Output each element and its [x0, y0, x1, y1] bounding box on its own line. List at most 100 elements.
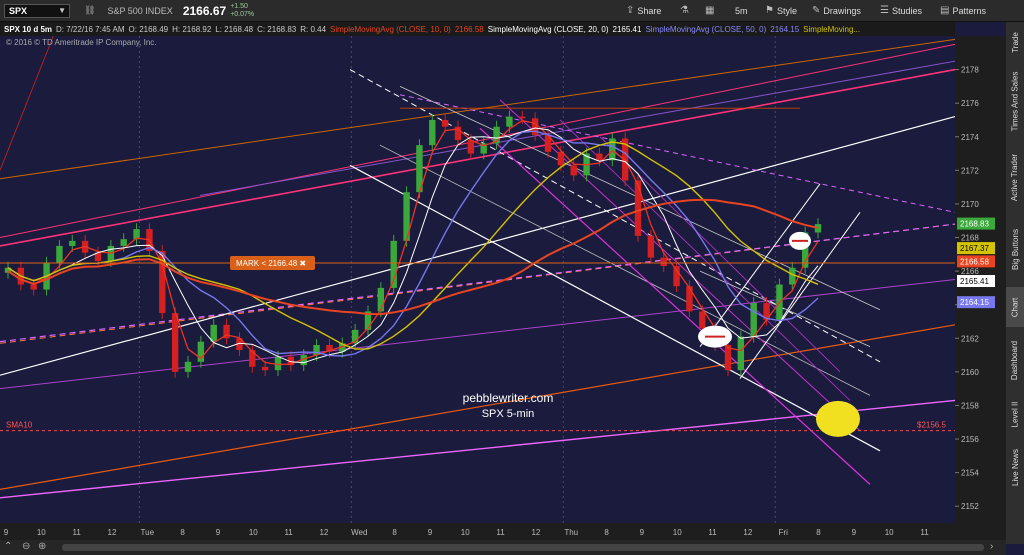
x-tick-label: Tue	[141, 528, 155, 537]
y-tick-label: 2158	[961, 401, 979, 410]
x-tick-label: 10	[37, 528, 46, 537]
chart-grid	[138, 36, 776, 523]
flask-icon: ⚗	[680, 5, 689, 16]
pencil-icon: ✎	[812, 5, 821, 16]
trendline	[0, 223, 956, 343]
time-axis: 9 10 11 12 Tue 8 9 10 11 12 Wed 8 9 10 11 12 Thu 8 9 10 11 12…	[0, 523, 955, 540]
trendline	[0, 223, 956, 344]
y-tick-label: 2170	[961, 200, 979, 209]
y-tick-label: 2166	[961, 267, 979, 276]
chart-title: pebblewriter.com	[463, 391, 554, 405]
price-label: 2167.37	[960, 244, 989, 253]
sma-yellow-line	[7, 141, 819, 350]
candle	[429, 119, 436, 146]
y-tick-label: 2154	[961, 469, 979, 478]
patterns-icon: ▤	[940, 5, 950, 16]
tab-times-and-sales[interactable]: Times And Sales	[1006, 64, 1024, 139]
target-ellipse	[816, 400, 860, 437]
sma50-label: SimpleMovingAvg (CLOSE, 50, 0)	[645, 24, 767, 34]
candle	[30, 284, 37, 290]
x-tick-label: 11	[72, 528, 81, 537]
time-scrollbar[interactable]	[62, 544, 984, 551]
tab-dashboard-label: Dashboard	[1010, 340, 1020, 380]
right-nav: Trade Times And Sales Active Trader Big …	[1006, 22, 1024, 544]
style-label: Style	[776, 5, 797, 16]
y-tick-label: 2160	[961, 368, 979, 377]
bar-low: L: 2168.48	[215, 24, 254, 34]
tab-trade[interactable]: Trade	[1006, 22, 1024, 62]
tab-chart[interactable]: Chart	[1006, 287, 1024, 327]
x-tick-label: 9	[852, 528, 857, 537]
y-tick-label: 2168	[961, 234, 979, 243]
x-tick-label: 12	[319, 528, 328, 537]
copyright-text: © 2016 © TD Ameritrade IP Company, Inc.	[6, 38, 157, 47]
sma10-level-price: $2156.5	[917, 421, 946, 430]
bar-high: H: 2168.92	[172, 24, 212, 34]
x-tick-label: 11	[496, 528, 505, 537]
zoom-in-icon[interactable]: ⊕	[38, 541, 46, 552]
x-tick-label: 8	[816, 528, 821, 537]
candle	[69, 240, 76, 246]
y-tick-label: 2152	[961, 502, 979, 511]
patterns-button[interactable]: ▤ Patterns	[940, 3, 986, 18]
candle	[506, 116, 513, 127]
sma10-level-label: SMA10	[6, 421, 33, 430]
interval-label: 5m	[735, 5, 748, 16]
share-button[interactable]: ⇪ Share	[626, 3, 661, 18]
flask-button[interactable]: ⚗	[680, 3, 689, 18]
candle	[467, 140, 475, 154]
chevron-down-icon[interactable]: ▼	[58, 6, 66, 15]
studies-icon: ☰	[880, 5, 889, 16]
candle	[210, 324, 217, 342]
tab-level-ii[interactable]: Level II	[1006, 392, 1024, 437]
sma10-value: 2166.58	[454, 24, 484, 34]
trendlines	[0, 36, 956, 499]
candle	[171, 313, 179, 372]
x-tick-label: 8	[604, 528, 609, 537]
sma-more-label: SimpleMoving...	[803, 24, 861, 34]
tab-trade-label: Trade	[1010, 31, 1020, 53]
collapse-icon[interactable]: ⌃	[4, 541, 12, 552]
share-label: Share	[637, 5, 662, 16]
studies-button[interactable]: ☰ Studies	[880, 3, 922, 18]
y-tick-label: 2174	[961, 133, 979, 142]
x-tick-label: 11	[708, 528, 717, 537]
candle	[686, 286, 693, 312]
candle	[184, 361, 192, 372]
drawings-button[interactable]: ✎ Drawings	[812, 3, 861, 18]
symbol-selector[interactable]: SPX ▼	[4, 3, 70, 18]
tab-dashboard[interactable]: Dashboard	[1006, 330, 1024, 390]
candle	[570, 165, 577, 176]
candle	[596, 153, 603, 161]
chart-subtitle: SPX 5-min	[482, 408, 535, 420]
style-icon: ⚑	[765, 5, 774, 16]
bar-range: R: 0.44	[300, 24, 327, 34]
interval-button[interactable]: 5m	[735, 3, 748, 18]
candle	[789, 267, 796, 285]
trendline	[0, 399, 956, 499]
price-chart[interactable]: SMA10 $2156.5 MARK < 2166.48 ✖ pebblewriter…	[0, 36, 1006, 540]
zoom-out-icon[interactable]: ⊖	[22, 541, 30, 552]
x-tick-label: 10	[673, 528, 682, 537]
patterns-label: Patterns	[952, 5, 986, 16]
x-tick-label: 9	[428, 528, 433, 537]
tab-times-and-sales-label: Times And Sales	[1010, 71, 1020, 132]
grid-button[interactable]: ▦	[705, 3, 714, 18]
tab-active-trader[interactable]: Active Trader	[1006, 142, 1024, 212]
price-label: 2168.83	[960, 220, 989, 229]
scroll-right-icon[interactable]: ›	[990, 541, 993, 552]
bar-date: D: 7/22/16 7:45 AM	[56, 24, 125, 34]
tab-big-buttons[interactable]: Big Buttons	[1006, 214, 1024, 284]
studies-label: Studies	[891, 5, 922, 16]
link-icon[interactable]: ⛓	[84, 5, 95, 16]
tab-live-news[interactable]: Live News	[1006, 440, 1024, 495]
x-tick-label: 9	[640, 528, 645, 537]
style-button[interactable]: ⚑ Style	[765, 3, 797, 18]
candle	[441, 119, 449, 127]
sma20-label: SimpleMovingAvg (CLOSE, 20, 0)	[487, 24, 609, 34]
y-tick-label: 2172	[961, 166, 979, 175]
tab-big-buttons-label: Big Buttons	[1010, 228, 1020, 270]
trendline	[0, 324, 956, 491]
x-tick-label: 11	[284, 528, 293, 537]
drawings-label: Drawings	[823, 5, 861, 16]
